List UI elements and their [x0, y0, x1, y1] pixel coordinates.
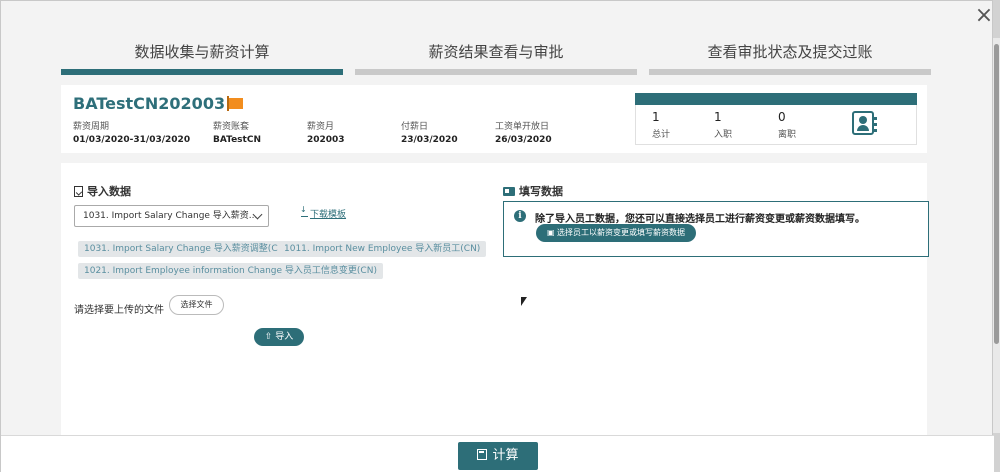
notice-text: 除了导入员工数据，您还可以直接选择员工进行薪资变更或薪资数据填写。 [535, 214, 865, 225]
step-result-review[interactable]: 薪资结果查看与审批 [355, 41, 637, 75]
field-payroll-period: 薪资周期 01/03/2020-31/03/2020 [73, 119, 190, 145]
footer-bar: 计算 [1, 435, 994, 472]
field-label: 薪资账套 [213, 122, 250, 132]
field-payslip-open-date: 工资单开放日 26/03/2020 [495, 119, 552, 145]
field-value: 01/03/2020-31/03/2020 [73, 135, 191, 145]
fill-title-text: 填写数据 [519, 185, 563, 198]
step-bar [649, 69, 931, 75]
close-icon[interactable]: × [973, 5, 995, 27]
calculator-icon [477, 449, 488, 460]
import-button-label: 导入 [275, 332, 294, 342]
step-label: 薪资结果查看与审批 [428, 43, 564, 61]
flag-icon [227, 96, 244, 111]
download-link-text: 下载模板 [310, 210, 347, 220]
contacts-icon[interactable] [852, 111, 877, 135]
stat-label: 入职 [714, 130, 733, 140]
stat-label: 离职 [778, 130, 797, 140]
select-employee-button[interactable]: ▣ 选择员工以薪资变更或填写薪资数据 [536, 224, 696, 242]
step-label: 数据收集与薪资计算 [134, 43, 270, 61]
file-import-icon [74, 185, 83, 197]
calculate-label: 计算 [492, 448, 519, 463]
stats-header-bar [635, 93, 917, 105]
template-tag-salary-change[interactable]: 1031. Import Salary Change 导入薪资调整(CN) [78, 241, 294, 257]
field-payroll-account: 薪资账套 BATestCN [213, 119, 261, 145]
field-value: 26/03/2020 [495, 135, 552, 145]
form-icon [503, 186, 515, 196]
fill-section-title: 填写数据 [503, 183, 563, 199]
field-value: BATestCN [213, 135, 261, 145]
info-icon: i [514, 210, 526, 222]
field-value: 23/03/2020 [401, 135, 458, 145]
stat-total: 1 总计 [652, 110, 670, 140]
stat-value: 0 [778, 110, 786, 124]
period-name: BATestCN202003 [73, 94, 226, 113]
stat-label: 总计 [652, 130, 671, 140]
step-indicator: 数据收集与薪资计算 薪资结果查看与审批 查看审批状态及提交过账 [61, 41, 931, 75]
stat-offboard: 0 离职 [778, 110, 796, 140]
template-select-value: 1031. Import Salary Change 导入薪资... [83, 211, 258, 221]
select-employee-label: 选择员工以薪资变更或填写薪资数据 [557, 228, 686, 237]
choose-file-button[interactable]: 选择文件 [169, 295, 224, 315]
calculate-button[interactable]: 计算 [458, 442, 538, 470]
field-label: 工资单开放日 [495, 122, 550, 132]
step-data-collection[interactable]: 数据收集与薪资计算 [61, 41, 343, 75]
download-icon [300, 205, 308, 217]
template-select[interactable]: 1031. Import Salary Change 导入薪资... [74, 205, 269, 227]
payroll-modal: × 数据收集与薪资计算 薪资结果查看与审批 查看审批状态及提交过账 BATest… [0, 0, 995, 472]
step-bar [355, 69, 637, 75]
scrollbar-thumb[interactable] [994, 44, 999, 344]
upload-file-label: 请选择要上传的文件 [74, 305, 164, 316]
import-section-title: 导入数据 [74, 183, 131, 199]
period-title: BATestCN202003 [73, 94, 244, 113]
field-pay-date: 付薪日 23/03/2020 [401, 119, 458, 145]
field-label: 付薪日 [401, 122, 429, 132]
stat-value: 1 [652, 110, 660, 124]
field-label: 薪资月 [307, 122, 335, 132]
template-tag-new-employee[interactable]: 1011. Import New Employee 导入新员工(CN) [278, 241, 487, 257]
step-approval-status[interactable]: 查看审批状态及提交过账 [649, 41, 931, 75]
employee-stats-card: 1 总计 1 入职 0 离职 [635, 93, 917, 145]
upload-icon: ⇧ [264, 332, 273, 342]
stat-onboard: 1 入职 [714, 110, 732, 140]
id-card-icon: ▣ [546, 228, 555, 237]
step-label: 查看审批状态及提交过账 [707, 43, 873, 61]
import-button[interactable]: ⇧ 导入 [254, 328, 304, 346]
data-panel: 导入数据 1031. Import Salary Change 导入薪资... … [61, 163, 929, 435]
step-bar-active [61, 69, 343, 75]
import-title-text: 导入数据 [87, 185, 131, 198]
field-label: 薪资周期 [73, 122, 110, 132]
field-value: 202003 [307, 135, 345, 145]
download-template-link[interactable]: 下载模板 [300, 205, 347, 220]
template-tag-employee-info-change[interactable]: 1021. Import Employee information Change… [78, 263, 383, 279]
fill-data-notice: i 除了导入员工数据，您还可以直接选择员工进行薪资变更或薪资数据填写。 ▣ 选择… [503, 201, 929, 257]
field-payroll-month: 薪资月 202003 [307, 119, 345, 145]
stat-value: 1 [714, 110, 722, 124]
